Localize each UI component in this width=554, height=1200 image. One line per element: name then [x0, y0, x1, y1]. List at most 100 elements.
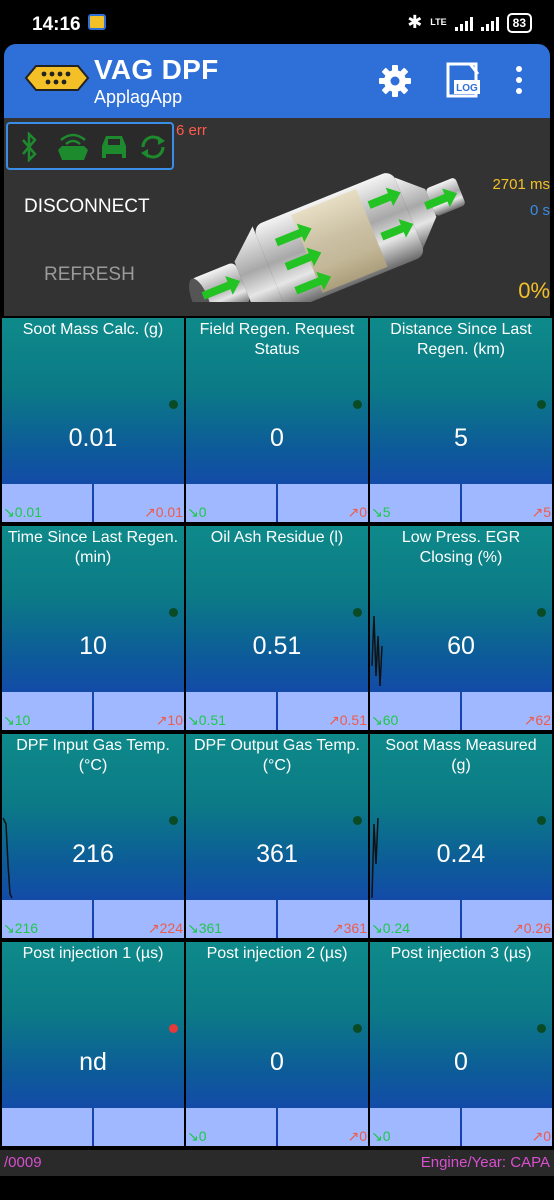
- engine-logo-icon: [24, 65, 90, 91]
- system-nav-bar: [0, 1176, 554, 1200]
- status-dot: [169, 1024, 178, 1033]
- gauge-value: 0: [454, 1048, 468, 1076]
- gauge-title: Soot Mass Calc. (g): [22, 321, 164, 338]
- signal-strength-2-icon: [480, 15, 499, 31]
- bluetooth-status-icon: ✱: [407, 12, 423, 32]
- gauge-title: Post injection 1 (µs): [22, 945, 164, 962]
- bluetooth-icon: [22, 132, 37, 162]
- status-icons: ✱ LTE 83: [407, 12, 532, 33]
- gauge-minmax: [186, 1108, 368, 1146]
- refresh-button[interactable]: REFRESH: [44, 264, 135, 286]
- notification-app-icon: [88, 14, 106, 30]
- gauge-title: Post injection 2 (µs): [206, 945, 348, 962]
- gauge-min: ↘0.24: [371, 920, 410, 936]
- gauge-min: ↘10: [3, 712, 31, 728]
- gauge-tile[interactable]: DPF Output Gas Temp. (°C) 361 ↘361 ↗361: [186, 734, 368, 938]
- gauge-tile[interactable]: Low Press. EGR Closing (%) 60 ↘60 ↗62: [370, 526, 552, 730]
- gauge-max: ↗62: [523, 712, 551, 728]
- gauge-value: 0.51: [252, 632, 302, 660]
- gauge-tile[interactable]: DPF Input Gas Temp. (°C) 216 ↘216 ↗224: [2, 734, 184, 938]
- gauge-title: Oil Ash Residue (l): [210, 529, 344, 546]
- gauge-grid: Soot Mass Calc. (g) 0.01 ↘0.01 ↗0.01 Fie…: [2, 318, 552, 1150]
- status-dot: [537, 1024, 546, 1033]
- gauge-tile[interactable]: Oil Ash Residue (l) 0.51 ↘0.51 ↗0.51: [186, 526, 368, 730]
- signal-strength-icon: [454, 15, 473, 31]
- status-dot: [537, 400, 546, 409]
- more-vert-icon[interactable]: [514, 66, 524, 98]
- gauge-min: ↘0: [187, 504, 207, 520]
- gauge-min: ↘216: [3, 920, 39, 936]
- gauge-value: 216: [72, 840, 114, 868]
- footer-left-text: /0009: [4, 1154, 42, 1171]
- gauge-max: ↗224: [147, 920, 183, 936]
- gauge-title: DPF Input Gas Temp. (°C): [16, 737, 170, 774]
- status-dot: [169, 816, 178, 825]
- app-subtitle: ApplagApp: [94, 87, 183, 107]
- gauge-min: ↘0.01: [3, 504, 42, 520]
- gauge-max: ↗5: [531, 504, 551, 520]
- gauge-min: ↘5: [371, 504, 391, 520]
- gauge-max: ↗0: [531, 1128, 551, 1144]
- error-count[interactable]: 6 err: [176, 122, 207, 139]
- app-title: VAG DPF: [94, 54, 219, 85]
- gauge-minmax: [2, 1108, 184, 1146]
- gauge-value: 0.01: [68, 424, 118, 452]
- gauge-max: ↗10: [155, 712, 183, 728]
- elapsed-time: 0 s: [529, 202, 550, 219]
- gauge-min: ↘60: [371, 712, 399, 728]
- gauge-minmax: [370, 1108, 552, 1146]
- gauge-min: ↘361: [187, 920, 223, 936]
- gauge-value: 10: [79, 632, 107, 660]
- clock: 14:16: [32, 14, 81, 35]
- gauge-max: ↗361: [331, 920, 367, 936]
- battery-indicator: 83: [506, 12, 532, 33]
- gauge-title: Soot Mass Measured (g): [385, 737, 537, 774]
- gauge-tile[interactable]: Soot Mass Calc. (g) 0.01 ↘0.01 ↗0.01: [2, 318, 184, 522]
- status-dot: [353, 816, 362, 825]
- gauge-min: ↘0: [371, 1128, 391, 1144]
- obd-adapter-icon: [58, 133, 88, 160]
- gauge-tile[interactable]: Post injection 2 (µs) 0 ↘0 ↗0: [186, 942, 368, 1146]
- gauge-title: Time Since Last Regen. (min): [7, 529, 179, 566]
- lte-indicator: LTE: [430, 17, 447, 27]
- gauge-tile[interactable]: Field Regen. Request Status 0 ↘0 ↗0: [186, 318, 368, 522]
- gauge-tile[interactable]: Distance Since Last Regen. (km) 5 ↘5 ↗5: [370, 318, 552, 522]
- log-icon-label: LOG: [456, 83, 478, 94]
- log-icon[interactable]: LOG: [444, 60, 484, 100]
- gauge-value: nd: [79, 1048, 107, 1076]
- gauge-max: ↗0.51: [328, 712, 367, 728]
- gauge-tile[interactable]: Post injection 1 (µs) nd: [2, 942, 184, 1146]
- gauge-value: 0.24: [436, 840, 486, 868]
- gauge-title: DPF Output Gas Temp. (°C): [194, 737, 360, 774]
- gauge-tile[interactable]: Soot Mass Measured (g) 0.24 ↘0.24 ↗0.26: [370, 734, 552, 938]
- status-dot: [537, 816, 546, 825]
- gauge-min: ↘0.51: [187, 712, 226, 728]
- app-bar: VAG DPF ApplagApp LOG: [4, 44, 550, 118]
- gear-icon[interactable]: [378, 64, 412, 98]
- status-dot: [353, 608, 362, 617]
- car-icon: [102, 136, 126, 158]
- gauge-value: 60: [447, 632, 475, 660]
- sync-icon: [141, 135, 165, 159]
- gauge-tile[interactable]: Time Since Last Regen. (min) 10 ↘10 ↗10: [2, 526, 184, 730]
- status-dot: [169, 608, 178, 617]
- gauge-value: 0: [270, 424, 284, 452]
- gauge-title: Post injection 3 (µs): [390, 945, 532, 962]
- gauge-title: Low Press. EGR Closing (%): [401, 529, 521, 566]
- disconnect-button[interactable]: DISCONNECT: [24, 196, 150, 218]
- gauge-title: Distance Since Last Regen. (km): [390, 321, 532, 358]
- status-dot: [353, 1024, 362, 1033]
- connection-status-icons: [6, 122, 174, 170]
- response-time: 2701 ms: [492, 176, 550, 193]
- gauge-value: 5: [454, 424, 468, 452]
- gauge-minmax: [370, 484, 552, 522]
- connection-panel: 6 err DISCONNECT REFRESH 2701 ms 0 s 0%: [4, 118, 550, 316]
- gauge-max: ↗0: [347, 1128, 367, 1144]
- engine-year-text: Engine/Year: CAPA: [420, 1154, 550, 1171]
- gauge-title: Field Regen. Request Status: [199, 321, 355, 358]
- gauge-value: 0: [270, 1048, 284, 1076]
- gauge-tile[interactable]: Post injection 3 (µs) 0 ↘0 ↗0: [370, 942, 552, 1146]
- dpf-filter-image: [188, 173, 465, 302]
- status-dot: [353, 400, 362, 409]
- gauge-max: ↗0: [347, 504, 367, 520]
